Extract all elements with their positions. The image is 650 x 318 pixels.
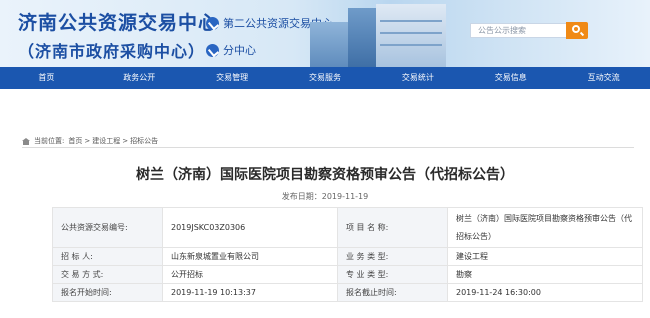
business-type-label: 业 务 类 型:	[337, 247, 448, 266]
search-input[interactable]: 公告公示搜索	[470, 23, 570, 38]
search-button[interactable]	[566, 22, 588, 39]
trade-method-label: 交 易 方 式:	[52, 265, 163, 284]
notice-title: 树兰（济南）国际医院项目勘察资格预审公告（代招标公告）	[136, 167, 514, 183]
breadcrumb: 当前位置: 首页 > 建设工程 > 招标公告	[22, 136, 158, 146]
check-badge-icon	[206, 16, 219, 30]
nav-item-home[interactable]: 首页	[0, 67, 93, 89]
sub-center-label: 分中心	[223, 44, 256, 57]
home-icon	[22, 137, 30, 145]
trade-method-value: 公开招标	[162, 265, 338, 284]
table-row: 报名开始时间: 2019-11-19 10:13:37 报名截止时间: 2019…	[52, 283, 643, 302]
main-nav: 首页 政务公开 交易管理 交易服务 交易统计 交易信息 互动交流	[0, 67, 650, 89]
breadcrumb-separator: >	[122, 137, 129, 145]
breadcrumb-construction[interactable]: 建设工程	[92, 136, 120, 146]
signup-end-label: 报名截止时间:	[337, 283, 448, 302]
sub-center-link[interactable]: 分中心	[206, 42, 256, 58]
site-title[interactable]: 济南公共资源交易中心	[18, 8, 218, 35]
nav-item-interaction[interactable]: 互动交流	[557, 67, 650, 89]
breadcrumb-home[interactable]: 首页	[68, 136, 82, 146]
nav-item-trade-info[interactable]: 交易信息	[464, 67, 557, 89]
project-name-label: 项 目 名 称:	[337, 207, 448, 248]
signup-start-label: 报名开始时间:	[52, 283, 163, 302]
check-badge-icon	[206, 43, 219, 57]
trade-code-value: 2019JSKC03Z0306	[162, 207, 338, 248]
tenderer-label: 招 标 人:	[52, 247, 163, 266]
nav-item-trade-management[interactable]: 交易管理	[186, 67, 279, 89]
search-icon	[572, 25, 580, 33]
business-type-value: 建设工程	[447, 247, 643, 266]
nav-item-trade-statistics[interactable]: 交易统计	[371, 67, 464, 89]
divider	[22, 147, 634, 148]
breadcrumb-prefix: 当前位置:	[34, 137, 65, 145]
specialty-type-label: 专 业 类 型:	[337, 265, 448, 284]
table-row: 公共资源交易编号: 2019JSKC03Z0306 项 目 名 称: 树兰（济南…	[52, 207, 643, 248]
site-subtitle[interactable]: （济南市政府采购中心）	[18, 38, 205, 62]
trade-code-label: 公共资源交易编号:	[52, 207, 163, 248]
building-illustration	[300, 0, 460, 67]
project-info-table: 公共资源交易编号: 2019JSKC03Z0306 项 目 名 称: 树兰（济南…	[52, 207, 643, 302]
project-name-value: 树兰（济南）国际医院项目勘察资格预审公告（代招标公告）	[447, 207, 643, 248]
table-row: 交 易 方 式: 公开招标 专 业 类 型: 勘察	[52, 265, 643, 284]
site-header: 济南公共资源交易中心 （济南市政府采购中心） 第二公共资源交易中心 分中心 公告…	[0, 0, 650, 67]
tenderer-value: 山东新泉城置业有限公司	[162, 247, 338, 266]
nav-item-trade-service[interactable]: 交易服务	[279, 67, 372, 89]
signup-end-value: 2019-11-24 16:30:00	[447, 283, 643, 302]
signup-start-value: 2019-11-19 10:13:37	[162, 283, 338, 302]
nav-item-gov-affairs[interactable]: 政务公开	[93, 67, 186, 89]
breadcrumb-tender-notice[interactable]: 招标公告	[130, 136, 158, 146]
specialty-type-value: 勘察	[447, 265, 643, 284]
table-row: 招 标 人: 山东新泉城置业有限公司 业 务 类 型: 建设工程	[52, 247, 643, 266]
breadcrumb-separator: >	[84, 137, 91, 145]
publish-date: 发布日期：2019-11-19	[281, 192, 369, 201]
